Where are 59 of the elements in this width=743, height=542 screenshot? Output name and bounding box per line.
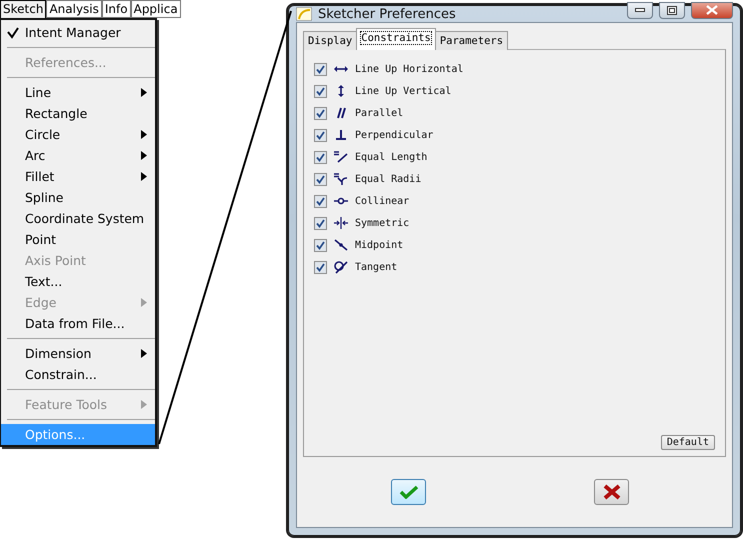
menu-bar-item[interactable]: Analysis: [46, 0, 102, 18]
checkbox[interactable]: [314, 260, 327, 274]
checkbox[interactable]: [314, 172, 327, 186]
menu-item[interactable]: Point: [1, 229, 155, 250]
close-button[interactable]: [691, 2, 733, 18]
constraint-label: Perpendicular: [355, 130, 434, 140]
checkbox[interactable]: [314, 238, 327, 252]
minimize-button[interactable]: [627, 2, 653, 18]
menu-item[interactable]: Spline: [1, 187, 155, 208]
menu-item[interactable]: Constrain...: [1, 364, 155, 385]
window-title: Sketcher Preferences: [318, 6, 457, 22]
constraint-label: Parallel: [355, 108, 404, 118]
equal-length-icon: [333, 150, 349, 164]
constraint-label: Equal Radii: [355, 174, 422, 184]
menu-item[interactable]: Coordinate System: [1, 208, 155, 229]
checkbox[interactable]: [314, 62, 327, 76]
menu-item[interactable]: Rectangle: [1, 103, 155, 124]
sketch-app-icon: [296, 7, 312, 21]
default-button[interactable]: Default: [660, 435, 715, 450]
constraint-label: Symmetric: [355, 218, 410, 228]
equal-radii-icon: [333, 172, 349, 186]
checkmark-icon: [398, 485, 418, 499]
minimize-icon: [635, 8, 645, 12]
tab[interactable]: Parameters: [434, 31, 508, 50]
constraint-label: Equal Length: [355, 152, 428, 162]
checkbox[interactable]: [314, 84, 327, 98]
menu-bar-item[interactable]: Applica: [130, 0, 181, 18]
constraint-label: Line Up Vertical: [355, 86, 452, 96]
ok-button[interactable]: [391, 479, 426, 505]
constraint-label: Collinear: [355, 196, 410, 206]
tab[interactable]: Display: [303, 31, 358, 50]
maximize-icon: [667, 6, 677, 14]
menu-bar-item[interactable]: Info: [102, 0, 131, 18]
menu-item[interactable]: Dimension: [1, 343, 155, 364]
tangent-icon: [333, 260, 349, 274]
menu-item[interactable]: Intent Manager: [1, 22, 155, 43]
constraint-label: Midpoint: [355, 240, 404, 250]
menu-item[interactable]: Data from File...: [1, 313, 155, 334]
checkbox[interactable]: [314, 216, 327, 230]
tab[interactable]: Constraints: [356, 28, 436, 50]
constraint-label: Tangent: [355, 262, 398, 272]
close-icon: [706, 5, 718, 15]
midpoint-icon: [333, 238, 349, 252]
menu-item[interactable]: Arc: [1, 145, 155, 166]
maximize-button[interactable]: [659, 2, 685, 18]
menu-item[interactable]: Line: [1, 82, 155, 103]
menu-item[interactable]: Circle: [1, 124, 155, 145]
symmetric-icon: [333, 216, 349, 230]
checkbox[interactable]: [314, 106, 327, 120]
menu-item[interactable]: Fillet: [1, 166, 155, 187]
perpendicular-icon: [333, 128, 349, 142]
cancel-button[interactable]: [594, 479, 629, 505]
checkbox[interactable]: [314, 194, 327, 208]
constraint-label: Line Up Horizontal: [355, 64, 464, 74]
menu-bar-item[interactable]: Sketch: [0, 0, 46, 18]
checkbox[interactable]: [314, 150, 327, 164]
menu-item[interactable]: Text...: [1, 271, 155, 292]
checkbox[interactable]: [314, 128, 327, 142]
close-icon: [602, 484, 620, 500]
